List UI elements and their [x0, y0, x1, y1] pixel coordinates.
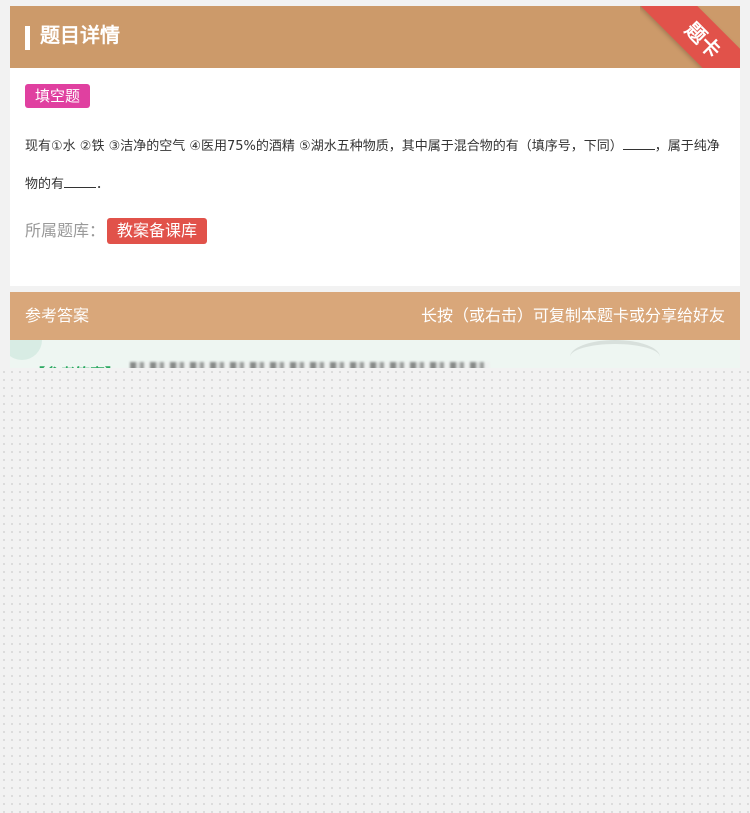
question-text-end: ．: [96, 177, 110, 192]
title-accent-bar: [25, 26, 30, 50]
question-card: 题目详情 题卡 填空题 现有①水 ②铁 ③洁净的空气 ④医用75%的酒精 ⑤湖水…: [10, 6, 740, 286]
bank-label: 所属题库：: [25, 221, 106, 240]
answer-header-title: 参考答案: [25, 306, 90, 325]
copy-share-hint: 长按（或右击）可复制本题卡或分享给好友: [420, 306, 725, 325]
question-type-badge: 填空题: [25, 84, 91, 108]
bank-tag-link[interactable]: 教案备课库: [107, 218, 208, 244]
page-title: 题目详情: [40, 23, 120, 47]
answer-header: 参考答案 长按（或右击）可复制本题卡或分享给好友: [10, 292, 740, 340]
ribbon-label: 题卡: [640, 6, 740, 68]
watermark-icon: [570, 340, 660, 370]
corner-ribbon: 题卡: [640, 6, 740, 68]
question-body: 填空题 现有①水 ②铁 ③洁净的空气 ④医用75%的酒精 ⑤湖水五种物质，其中属…: [10, 68, 740, 286]
decorative-arc: [10, 340, 42, 360]
locked-content-overlay[interactable]: [0, 368, 750, 813]
answer-area: 【参考答案】: [10, 340, 740, 370]
question-bank: 所属题库： 教案备课库: [25, 218, 208, 244]
card-header: 题目详情 题卡: [10, 6, 740, 68]
question-text-part1: 现有①水 ②铁 ③洁净的空气 ④医用75%的酒精 ⑤湖水五种物质，其中属于混合物…: [25, 139, 623, 154]
question-text: 现有①水 ②铁 ③洁净的空气 ④医用75%的酒精 ⑤湖水五种物质，其中属于混合物…: [25, 128, 725, 204]
answer-blank-2: [64, 173, 97, 188]
answer-blank-1: [622, 135, 655, 150]
